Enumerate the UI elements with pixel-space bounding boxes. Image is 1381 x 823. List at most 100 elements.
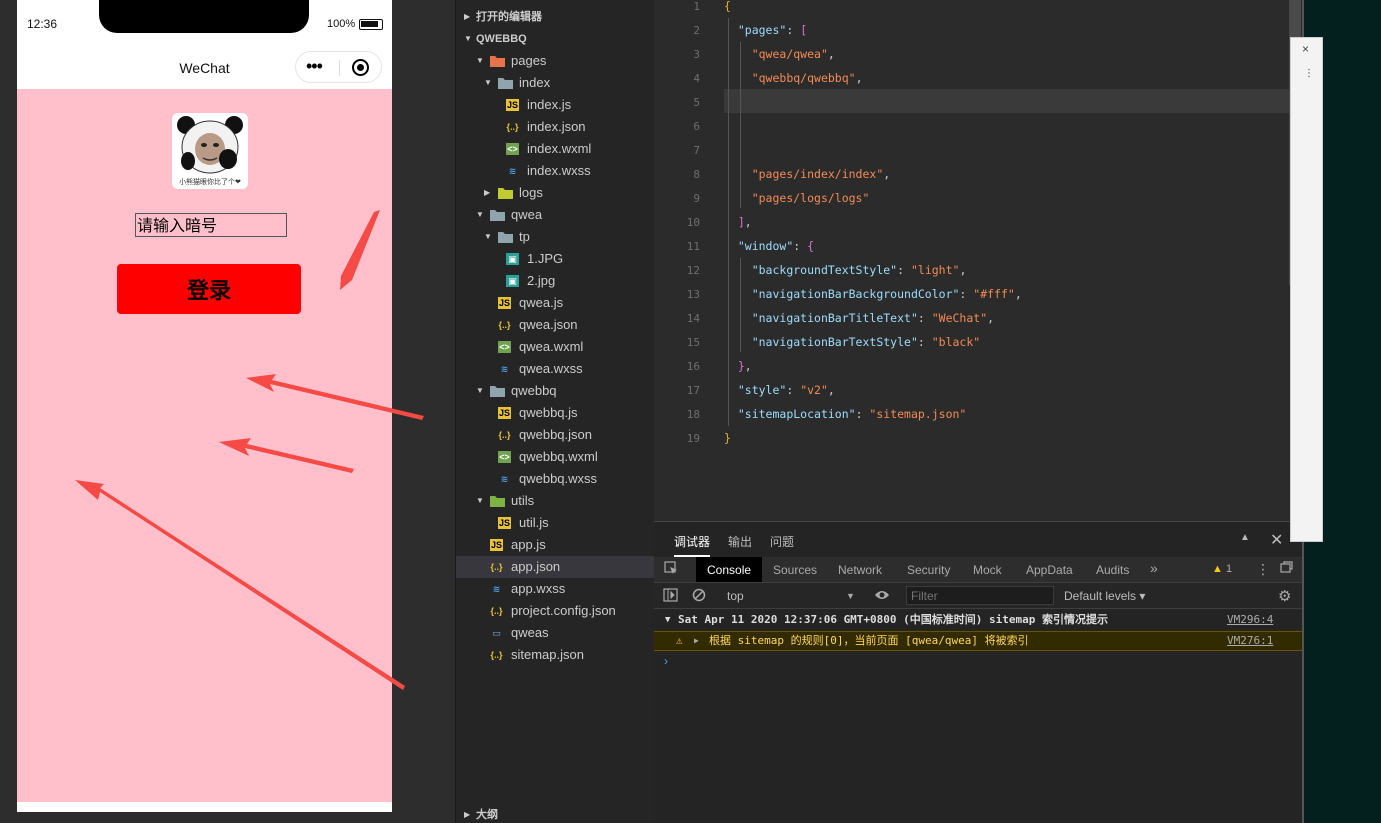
- tree-item-app-js[interactable]: JS app.js: [456, 534, 655, 556]
- code-line: "qwea/qwea",: [751, 47, 835, 61]
- tree-item-util-js[interactable]: JS util.js: [456, 512, 655, 534]
- inspect-element-icon[interactable]: [664, 561, 678, 578]
- js-file-icon: JS: [498, 517, 511, 529]
- line-number: 16: [686, 360, 700, 373]
- open-editors-header[interactable]: ▶ 打开的编辑器: [456, 6, 655, 28]
- kebab-menu-icon[interactable]: ⋮: [1304, 68, 1314, 79]
- warning-icon[interactable]: ▲: [1212, 563, 1223, 575]
- tab-problems[interactable]: 问题: [770, 533, 794, 550]
- context-dropdown-icon[interactable]: ▼: [846, 591, 855, 601]
- json-file-icon: {..}: [506, 122, 519, 132]
- more-icon[interactable]: •••: [306, 57, 323, 75]
- console-prompt[interactable]: ›: [664, 654, 668, 668]
- menu-capsule[interactable]: •••: [295, 51, 382, 83]
- expanded-chevron-icon: ▼: [476, 56, 484, 65]
- tab-output[interactable]: 输出: [728, 533, 752, 550]
- expanded-chevron-icon: ▼: [476, 210, 484, 219]
- tree-item-index-wxss[interactable]: ≋ index.wxss: [456, 160, 655, 182]
- devtools-tabs: 调试器 输出 问题 ▲ ✕: [654, 521, 1304, 557]
- tree-item-index[interactable]: ▼ index: [456, 72, 655, 94]
- tree-item-sitemap-json[interactable]: {..} sitemap.json: [456, 644, 655, 666]
- status-bar: 12:36 100%: [17, 0, 392, 44]
- tree-item-2-jpg[interactable]: ▣ 2.jpg: [456, 270, 655, 292]
- tree-item-1-jpg[interactable]: ▣ 1.JPG: [456, 248, 655, 270]
- line-number: 17: [686, 384, 700, 397]
- panda-meme-icon: [177, 116, 243, 174]
- line-number: 13: [686, 288, 700, 301]
- indent-guide: [740, 42, 741, 208]
- tree-item-project-config-json[interactable]: {..} project.config.json: [456, 600, 655, 622]
- source-link[interactable]: VM276:1: [1227, 632, 1273, 650]
- console-warning-row[interactable]: ⚠ ▶ 根据 sitemap 的规则[0]，当前页面 [qwea/qwea] 将…: [654, 631, 1304, 651]
- tab-security[interactable]: Security: [907, 563, 950, 577]
- tree-item-tp[interactable]: ▼ tp: [456, 226, 655, 248]
- tree-item-logs[interactable]: ▶ logs: [456, 182, 655, 204]
- warning-count: 1: [1226, 563, 1233, 575]
- tab-sources[interactable]: Sources: [773, 563, 817, 577]
- tree-item-pages[interactable]: ▼ pages: [456, 50, 655, 72]
- tree-item-index-js[interactable]: JS index.js: [456, 94, 655, 116]
- json-file-icon: {..}: [490, 650, 503, 660]
- tree-item-app-wxss[interactable]: ≋ app.wxss: [456, 578, 655, 600]
- clear-console-icon[interactable]: [692, 588, 706, 605]
- tab-network[interactable]: Network: [838, 563, 882, 577]
- tab-audits[interactable]: Audits: [1096, 563, 1129, 577]
- code-line: "qwebbq/qwebbq",: [751, 71, 863, 85]
- tree-item-qwebbq-wxml[interactable]: <> qwebbq.wxml: [456, 446, 655, 468]
- context-select[interactable]: top: [727, 589, 744, 603]
- chevron-up-icon[interactable]: ▲: [1240, 532, 1250, 543]
- log-levels-select[interactable]: Default levels ▾: [1064, 589, 1145, 603]
- tree-item-qwea-json[interactable]: {..} qwea.json: [456, 314, 655, 336]
- tree-item-label: index: [519, 75, 551, 90]
- folder-icon: [498, 231, 513, 243]
- outline-header[interactable]: ▶ 大纲: [456, 804, 655, 823]
- tab-mock[interactable]: Mock: [973, 563, 1002, 577]
- tree-item-index-wxml[interactable]: <> index.wxml: [456, 138, 655, 160]
- tree-item-qwea-wxml[interactable]: <> qwea.wxml: [456, 336, 655, 358]
- line-number: 11: [686, 240, 700, 253]
- line-number: 10: [686, 216, 700, 229]
- tree-item-qwea[interactable]: ▼ qwea: [456, 204, 655, 226]
- tree-item-qwebbq-json[interactable]: {..} qwebbq.json: [456, 424, 655, 446]
- code-line: },: [737, 359, 752, 373]
- tree-item-label: 2.jpg: [527, 273, 556, 288]
- tree-item-qwea-wxss[interactable]: ≋ qwea.wxss: [456, 358, 655, 380]
- tree-item-qwebbq-wxss[interactable]: ≋ qwebbq.wxss: [456, 468, 655, 490]
- sidebar-toggle-icon[interactable]: [663, 588, 678, 605]
- tree-item-qwea-js[interactable]: JS qwea.js: [456, 292, 655, 314]
- filter-input[interactable]: [906, 586, 1054, 605]
- tree-item-qweas[interactable]: ▭ qweas: [456, 622, 655, 644]
- eye-icon[interactable]: [874, 589, 890, 604]
- kebab-menu-icon[interactable]: ⋮: [1256, 561, 1270, 578]
- close-icon[interactable]: ✕: [1270, 530, 1283, 550]
- wxss-file-icon: ≋: [500, 474, 509, 484]
- line-number: 8: [693, 168, 700, 181]
- undock-icon[interactable]: [1280, 561, 1293, 576]
- tree-item-label: index.js: [527, 97, 572, 112]
- line-number: 1: [693, 0, 700, 13]
- login-button[interactable]: 登录: [117, 264, 301, 314]
- tree-item-qwebbq[interactable]: ▼ qwebbq: [456, 380, 655, 402]
- more-tabs-icon[interactable]: »: [1150, 560, 1158, 576]
- img-file-icon: ▣: [506, 275, 519, 287]
- code-input[interactable]: [135, 213, 287, 237]
- tree-item-label: index.wxss: [527, 163, 591, 178]
- code-editor[interactable]: 1 {2 "pages": [3 "qwea/qwea", 4 "qwebbq/qw…: [654, 0, 1304, 521]
- tree-item-app-json[interactable]: {..} app.json: [456, 556, 655, 578]
- folder-icon: [490, 495, 505, 507]
- tab-debugger[interactable]: 调试器: [674, 533, 711, 557]
- collapsed-chevron-icon: ▶: [484, 188, 491, 197]
- tree-item-utils[interactable]: ▼ utils: [456, 490, 655, 512]
- console-group-row[interactable]: ▼ Sat Apr 11 2020 12:37:06 GMT+0800 (中国标…: [654, 610, 1304, 630]
- tree-item-qwebbq-js[interactable]: JS qwebbq.js: [456, 402, 655, 424]
- settings-gear-icon[interactable]: ⚙: [1278, 587, 1291, 605]
- close-icon[interactable]: ×: [1302, 42, 1309, 56]
- project-header[interactable]: ▼ QWEBBQ: [456, 28, 655, 50]
- code-line: "pages/logs/logs": [751, 191, 870, 205]
- tree-item-index-json[interactable]: {..} index.json: [456, 116, 655, 138]
- tab-console[interactable]: Console: [696, 557, 763, 582]
- tab-appdata[interactable]: AppData: [1026, 563, 1073, 577]
- source-link[interactable]: VM296:4: [1227, 610, 1273, 630]
- code-line: "sitemapLocation": "sitemap.json": [737, 407, 967, 421]
- close-target-icon[interactable]: [352, 59, 369, 76]
